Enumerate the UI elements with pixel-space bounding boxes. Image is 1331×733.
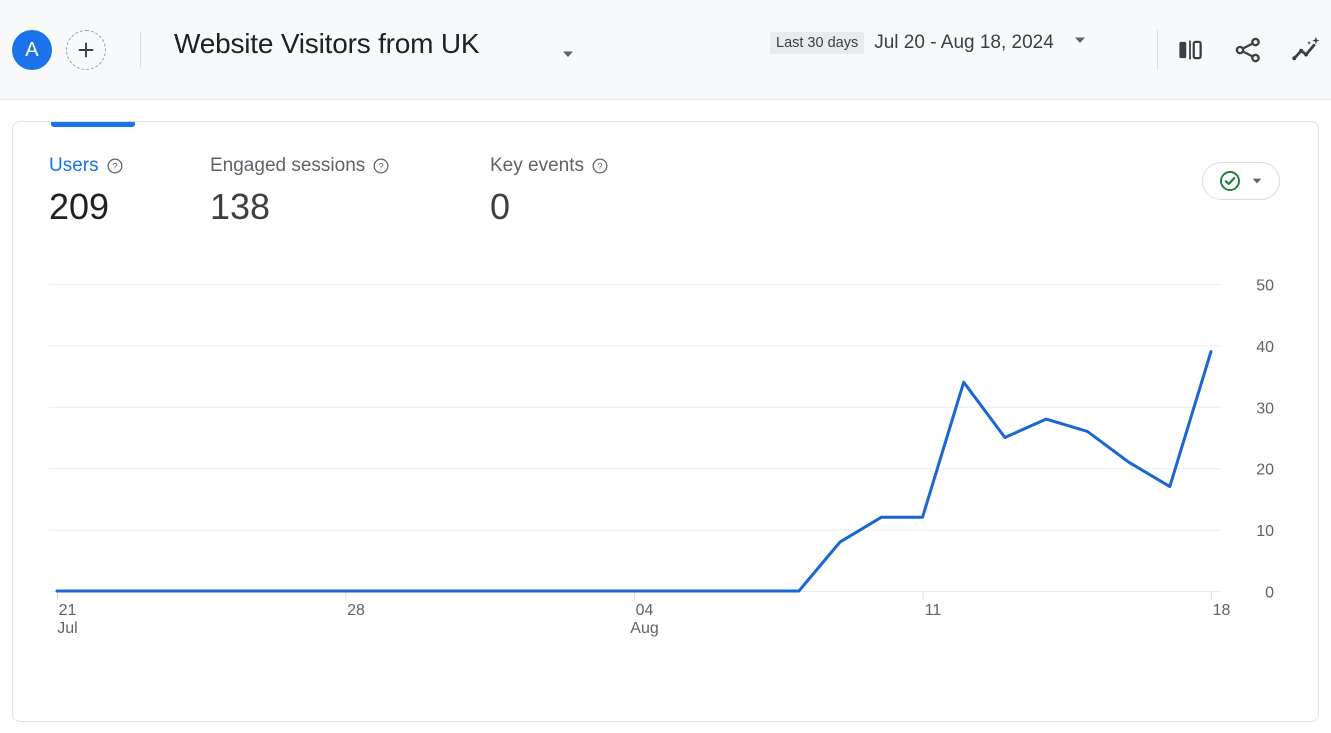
- chevron-down-icon: [1252, 178, 1261, 184]
- x-axis-tick-label: 11: [925, 602, 942, 619]
- metric-summary-row: Users ? 209 Engaged sessions ? 138 Key e…: [49, 155, 609, 227]
- chevron-down-icon: [563, 51, 573, 57]
- date-range-caret: [1070, 30, 1090, 55]
- compare-button[interactable]: [1172, 28, 1208, 72]
- svg-text:?: ?: [597, 162, 602, 173]
- metric-value: 138: [210, 186, 271, 227]
- metric-value: 0: [490, 186, 511, 227]
- chart-y-axis: 50 40 30 20 10 0: [1256, 278, 1274, 602]
- metric-label: Engaged sessions: [210, 155, 366, 176]
- x-axis-tick-label: 21: [59, 602, 77, 619]
- help-circle-icon[interactable]: ?: [106, 157, 124, 175]
- help-circle-icon[interactable]: ?: [372, 157, 390, 175]
- property-selector-button[interactable]: [558, 44, 578, 69]
- x-axis-tick-label: 04: [636, 602, 654, 619]
- x-axis-tick-label: 18: [1213, 602, 1231, 619]
- x-axis-tick-label: 28: [347, 602, 365, 619]
- svg-text:?: ?: [379, 162, 384, 173]
- series-line-users: [55, 350, 1213, 593]
- y-axis-tick-label: 40: [1256, 339, 1274, 356]
- page-title: Website Visitors from UK: [174, 28, 480, 59]
- help-circle-icon[interactable]: ?: [591, 157, 609, 175]
- insights-button[interactable]: [1288, 28, 1324, 72]
- x-axis-tick-sublabel: Jul: [57, 620, 77, 637]
- chevron-down-icon: [1074, 37, 1085, 43]
- metric-engaged-sessions[interactable]: Engaged sessions ? 138: [210, 155, 490, 227]
- chart-x-axis: 21Jul 28 04Aug 11 18: [57, 592, 1231, 637]
- top-bar: A Website Visitors from UK Last 30 days …: [0, 0, 1331, 100]
- compare-icon: [1179, 40, 1202, 60]
- metric-label-row: Engaged sessions ?: [210, 155, 490, 177]
- avatar[interactable]: A: [12, 30, 52, 70]
- metric-label: Users: [49, 155, 99, 176]
- insights-icon: [1292, 36, 1320, 61]
- y-axis-tick-label: 10: [1256, 523, 1274, 540]
- metric-label: Key events: [490, 155, 584, 176]
- metric-label-row: Users ?: [49, 155, 210, 177]
- header-actions: [1172, 28, 1324, 72]
- metric-users[interactable]: Users ? 209: [49, 155, 210, 227]
- y-axis-tick-label: 30: [1256, 400, 1274, 417]
- y-axis-tick-label: 20: [1256, 462, 1274, 479]
- metric-label-row: Key events ?: [490, 155, 609, 177]
- date-range-selector[interactable]: Last 30 days Jul 20 - Aug 18, 2024: [770, 30, 1090, 55]
- metric-value: 209: [49, 186, 110, 227]
- data-quality-button[interactable]: [1202, 162, 1280, 200]
- report-card: Users ? 209 Engaged sessions ? 138 Key e…: [12, 121, 1319, 722]
- avatar-letter: A: [25, 38, 39, 61]
- share-button[interactable]: [1230, 28, 1266, 72]
- add-property-button[interactable]: [66, 30, 106, 70]
- x-axis-tick-sublabel: Aug: [630, 620, 658, 637]
- active-tab-indicator: [51, 122, 135, 127]
- share-icon: [1235, 37, 1260, 63]
- chart-gridlines: [49, 284, 1221, 592]
- date-range-text: Jul 20 - Aug 18, 2024: [874, 31, 1054, 53]
- y-axis-tick-label: 0: [1265, 585, 1274, 602]
- date-preset-chip: Last 30 days: [770, 31, 865, 54]
- y-axis-tick-label: 50: [1256, 278, 1274, 295]
- plus-icon: [78, 42, 94, 58]
- header-divider-right: [1157, 30, 1158, 70]
- check-circle-icon: [1219, 171, 1240, 191]
- metric-key-events[interactable]: Key events ? 0: [490, 155, 609, 227]
- header-divider-left: [140, 32, 141, 68]
- svg-text:?: ?: [112, 162, 117, 173]
